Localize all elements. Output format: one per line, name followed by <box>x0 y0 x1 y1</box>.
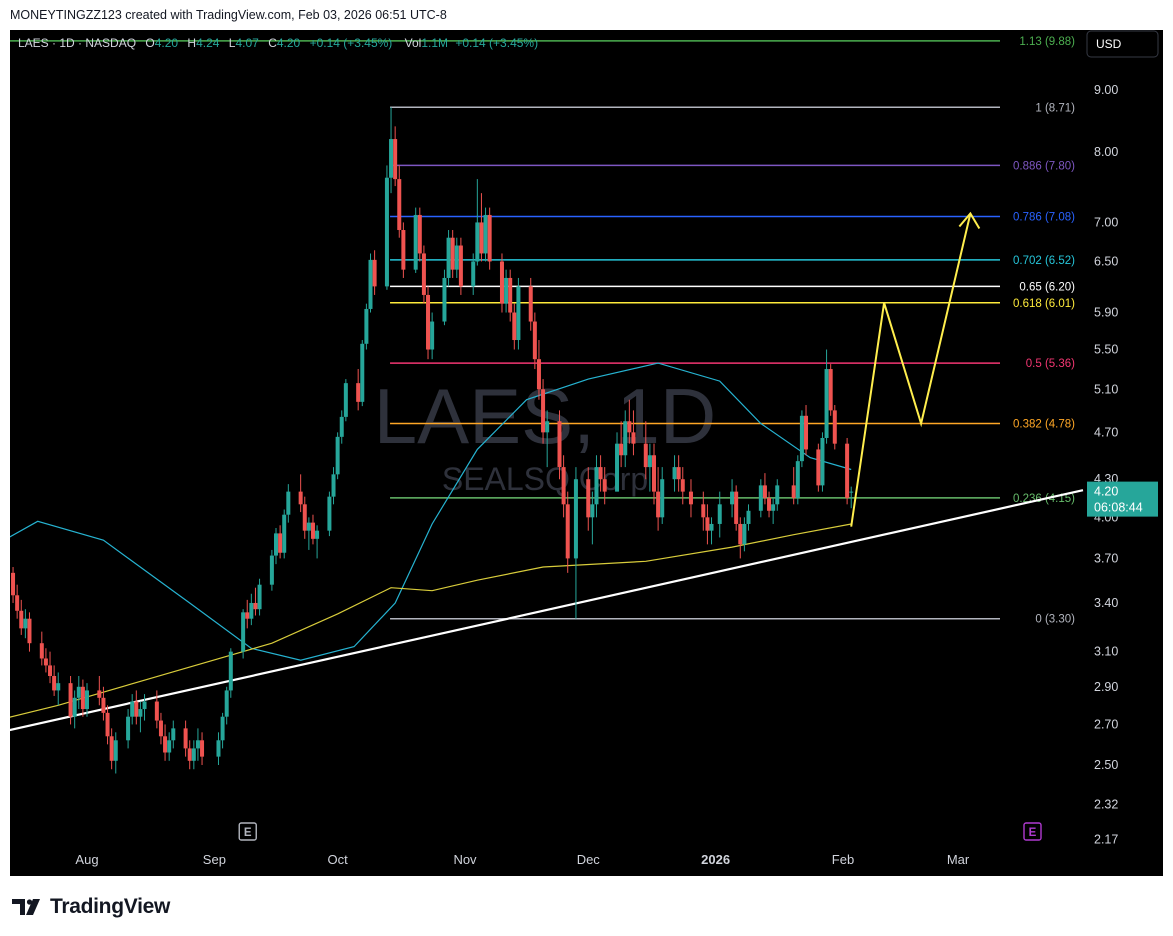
candle <box>241 609 246 659</box>
candle <box>364 303 369 350</box>
fib-label-0: 1.13 (9.88) <box>1019 36 1075 48</box>
y-tick-label: 2.50 <box>1094 758 1118 772</box>
y-tick-label: 2.70 <box>1094 717 1118 731</box>
legend-volume-change: +0.14 (+3.45%) <box>455 36 538 50</box>
legend-low-value: 4.07 <box>235 36 259 50</box>
y-tick-label: 9.00 <box>1094 83 1118 97</box>
fib-label-3: 0.786 (7.08) <box>1013 211 1075 223</box>
currency-label: USD <box>1096 37 1122 51</box>
legend-symbol: LAES · 1D · NASDAQ <box>18 36 136 50</box>
legend-open-label: O <box>145 36 154 50</box>
candle <box>368 253 373 313</box>
last-price-value: 4.20 <box>1094 485 1118 499</box>
legend-close-label: C <box>268 36 277 50</box>
x-tick-label: Mar <box>947 852 970 867</box>
y-tick-label: 3.40 <box>1094 596 1118 610</box>
y-tick-label: 7.00 <box>1094 215 1118 229</box>
last-price-countdown: 06:08:44 <box>1094 501 1143 515</box>
candle <box>845 437 850 505</box>
candle <box>832 405 837 450</box>
y-tick-label: 6.50 <box>1094 254 1118 268</box>
candle <box>413 207 418 273</box>
candle <box>426 286 431 360</box>
top-bar: MONEYTINGZZ123 created with TradingView.… <box>0 0 1173 30</box>
price-chart[interactable]: LAES, 1D SEALSQ Corp 1.13 (9.88)1 (8.71)… <box>10 30 1163 876</box>
symbol-legend: LAES · 1D · NASDAQ O4.20 H4.24 L4.07 C4.… <box>18 36 538 50</box>
fib-label-4: 0.702 (6.52) <box>1013 255 1075 267</box>
candle <box>442 269 447 326</box>
candle <box>499 253 504 313</box>
legend-change: +0.14 (+3.45%) <box>310 36 393 50</box>
fib-label-7: 0.5 (5.36) <box>1026 358 1075 370</box>
legend-close-value: 4.20 <box>277 36 301 50</box>
x-tick-label: Nov <box>453 852 477 867</box>
legend-high-value: 4.24 <box>196 36 220 50</box>
candle <box>282 509 287 559</box>
candle <box>335 432 340 480</box>
candle <box>795 455 800 505</box>
candle <box>458 237 463 295</box>
fib-label-5: 0.65 (6.20) <box>1019 281 1075 293</box>
svg-text:LAES · 1D · NASDAQ O4.20: LAES · 1D · NASDAQ O4.20 H4.24 L4.07 C4.… <box>18 36 538 50</box>
x-tick-label: Sep <box>203 852 226 867</box>
y-tick-label: 2.17 <box>1094 833 1118 847</box>
fib-label-8: 0.382 (4.78) <box>1013 418 1075 430</box>
legend-volume-label: Vol <box>405 36 422 50</box>
candle <box>446 230 451 287</box>
fib-label-2: 0.886 (7.80) <box>1013 160 1075 172</box>
x-tick-label: Dec <box>577 852 601 867</box>
svg-text:E: E <box>1029 827 1037 839</box>
candle <box>269 549 274 591</box>
tradingview-logo[interactable]: TradingView <box>12 895 170 919</box>
fib-label-6: 0.618 (6.01) <box>1013 298 1075 310</box>
currency-button[interactable]: USD <box>1086 30 1159 58</box>
fib-label-10: 0 (3.30) <box>1035 614 1075 626</box>
y-tick-label: 8.00 <box>1094 145 1118 159</box>
candle <box>483 207 488 262</box>
svg-text:E: E <box>244 827 252 839</box>
candle <box>828 364 833 416</box>
x-tick-label: Aug <box>75 852 98 867</box>
candle <box>516 277 521 350</box>
legend-open-value: 4.20 <box>155 36 179 50</box>
x-tick-label: Feb <box>832 852 854 867</box>
y-tick-label: 5.50 <box>1094 343 1118 357</box>
candle <box>384 165 389 290</box>
footer-bar: TradingView <box>0 876 1173 936</box>
x-tick-label: Oct <box>328 852 349 867</box>
candle <box>360 340 365 407</box>
tradingview-logo-icon <box>12 899 40 915</box>
y-tick-label: 3.70 <box>1094 551 1118 565</box>
legend-high-label: H <box>187 36 196 50</box>
legend-volume-value: 1.1M <box>421 36 448 50</box>
candle <box>820 432 825 492</box>
candle <box>327 491 332 537</box>
candle <box>343 379 348 422</box>
y-tick-label: 2.32 <box>1094 797 1118 811</box>
credit-text: MONEYTINGZZ123 created with TradingView.… <box>10 8 447 22</box>
candle <box>228 648 233 698</box>
y-tick-label: 3.10 <box>1094 645 1118 659</box>
x-tick-label: 2026 <box>701 852 730 867</box>
candle <box>734 485 739 531</box>
candle <box>421 245 426 304</box>
y-tick-label: 2.90 <box>1094 680 1118 694</box>
candle <box>401 222 406 278</box>
fib-label-1: 1 (8.71) <box>1035 102 1075 114</box>
tradingview-logo-text: TradingView <box>50 895 171 918</box>
candle <box>487 207 492 270</box>
candle <box>816 443 821 492</box>
last-price-tag: 4.20 06:08:44 <box>1087 481 1158 517</box>
y-tick-label: 5.90 <box>1094 306 1118 320</box>
candle <box>799 410 804 468</box>
candle <box>417 207 422 262</box>
y-tick-label: 5.10 <box>1094 382 1118 396</box>
y-tick-label: 4.70 <box>1094 425 1118 439</box>
